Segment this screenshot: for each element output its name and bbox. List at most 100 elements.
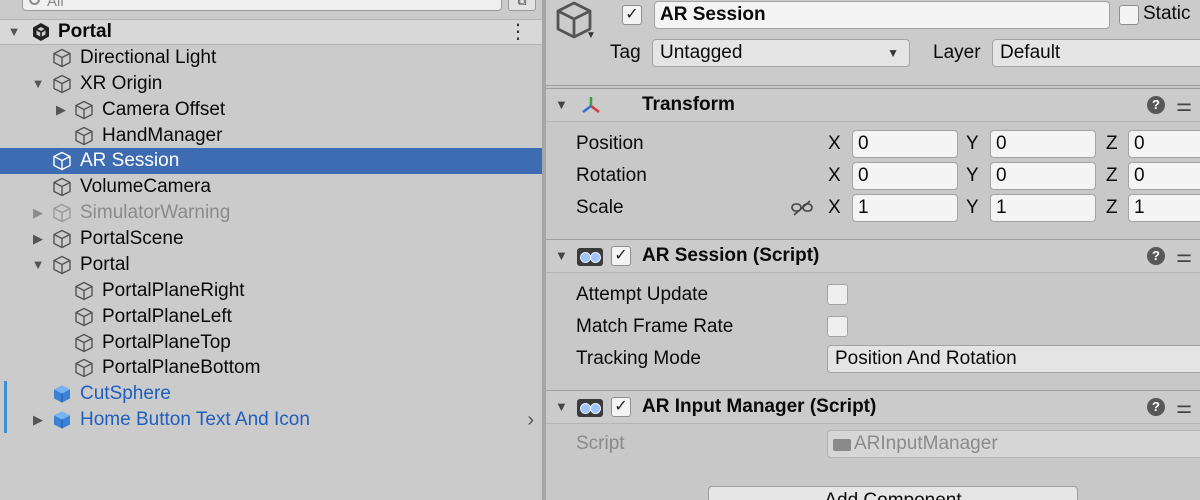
attempt-update-checkbox[interactable]	[827, 284, 848, 305]
axis-y-label: Y	[966, 197, 979, 218]
item-label: PortalPlaneRight	[102, 280, 245, 301]
hierarchy-item-volumecamera[interactable]: VolumeCamera	[0, 174, 542, 200]
fold-arrow-collapsed-icon[interactable]: ▶	[31, 200, 45, 226]
item-label: Home Button Text And Icon	[80, 409, 310, 430]
position-label: Position	[576, 133, 644, 154]
position-z-field[interactable]: 0	[1128, 130, 1200, 158]
prefab-cube-icon	[52, 410, 72, 430]
hierarchy-item-ar-session[interactable]: AR Session	[0, 148, 542, 174]
unity-scene-icon	[33, 23, 49, 41]
script-reference-field[interactable]: ARInputManager	[827, 430, 1200, 458]
tracking-mode-dropdown[interactable]: Position And Rotation	[827, 345, 1200, 373]
gameobject-cube-icon	[52, 229, 72, 249]
help-icon[interactable]: ?	[1147, 247, 1165, 265]
hierarchy-panel: All ⧉ ▼ Portal ⋮ Directional Light ▼ XR …	[0, 0, 542, 500]
transform-header[interactable]: ▼ Transform ? ⚌	[546, 88, 1200, 122]
hierarchy-item-portalplaneright[interactable]: PortalPlaneRight	[0, 278, 542, 304]
layer-label: Layer	[933, 42, 981, 63]
presets-sliders-icon[interactable]: ⚌	[1176, 391, 1192, 423]
fold-arrow-expanded-icon[interactable]: ▼	[7, 19, 21, 45]
help-icon[interactable]: ?	[1147, 96, 1165, 114]
tracking-mode-value: Position And Rotation	[835, 348, 1017, 369]
transform-title: Transform	[642, 94, 735, 115]
more-options-icon[interactable]: ⋮	[508, 19, 528, 45]
axis-z-label: Z	[1106, 133, 1118, 154]
item-label: PortalPlaneTop	[102, 332, 231, 353]
fold-arrow-collapsed-icon[interactable]: ▶	[54, 97, 68, 123]
ar-session-enabled-checkbox[interactable]: ✓	[611, 246, 631, 266]
ar-session-title: AR Session (Script)	[642, 245, 820, 266]
dropdown-arrow-icon: ▼	[887, 46, 899, 60]
object-name-field[interactable]: AR Session	[654, 1, 1110, 29]
fold-arrow-expanded-icon[interactable]: ▼	[555, 89, 568, 121]
attempt-update-label: Attempt Update	[576, 284, 709, 305]
scale-z-field[interactable]: 1	[1128, 194, 1200, 222]
tag-label: Tag	[610, 42, 641, 63]
item-label: AR Session	[80, 150, 180, 171]
hierarchy-item-portalplanetop[interactable]: PortalPlaneTop	[0, 330, 542, 356]
inspector-panel: ▼ ✓ AR Session Static Tag Untagged ▼ Lay…	[546, 0, 1200, 500]
hierarchy-item-simulatorwarning[interactable]: ▶ SimulatorWarning	[0, 200, 542, 226]
hierarchy-item-xr-origin[interactable]: ▼ XR Origin	[0, 71, 542, 97]
item-label: Camera Offset	[102, 99, 226, 120]
hierarchy-item-cutsphere[interactable]: CutSphere	[0, 381, 542, 407]
rotation-x-field[interactable]: 0	[852, 162, 958, 190]
position-x-field[interactable]: 0	[852, 130, 958, 158]
ar-input-manager-enabled-checkbox[interactable]: ✓	[611, 397, 631, 417]
axis-z-label: Z	[1106, 165, 1118, 186]
fold-arrow-expanded-icon[interactable]: ▼	[555, 391, 568, 423]
static-checkbox[interactable]	[1119, 5, 1139, 25]
hierarchy-item-portal[interactable]: ▼ Portal	[0, 252, 542, 278]
position-y-field[interactable]: 0	[990, 130, 1096, 158]
hierarchy-item-directional-light[interactable]: Directional Light	[0, 45, 542, 71]
active-checkbox[interactable]: ✓	[622, 5, 642, 25]
scale-label: Scale	[576, 197, 624, 218]
fold-arrow-expanded-icon[interactable]: ▼	[31, 252, 45, 278]
ar-input-manager-header[interactable]: ▼ ✓ AR Input Manager (Script) ? ⚌	[546, 390, 1200, 424]
presets-sliders-icon[interactable]: ⚌	[1176, 240, 1192, 272]
hierarchy-item-portalplaneleft[interactable]: PortalPlaneLeft	[0, 304, 542, 330]
help-icon[interactable]: ?	[1147, 398, 1165, 416]
scene-name: Portal	[58, 21, 112, 42]
item-label: PortalScene	[80, 228, 184, 249]
scene-visibility-toggle-icon[interactable]: ⧉	[508, 0, 536, 11]
ar-session-header[interactable]: ▼ ✓ AR Session (Script) ? ⚌	[546, 239, 1200, 273]
item-label: SimulatorWarning	[80, 202, 231, 223]
presets-sliders-icon[interactable]: ⚌	[1176, 89, 1192, 121]
script-reference-value: ARInputManager	[854, 433, 998, 454]
axis-x-label: X	[828, 133, 841, 154]
item-label: VolumeCamera	[80, 176, 211, 197]
hierarchy-item-handmanager[interactable]: HandManager	[0, 123, 542, 149]
gameobject-cube-icon	[74, 333, 94, 353]
gameobject-cube-icon	[74, 100, 94, 120]
prefab-cube-icon	[52, 384, 72, 404]
search-input[interactable]: All	[22, 0, 502, 11]
hierarchy-item-portalplanebottom[interactable]: PortalPlaneBottom	[0, 355, 542, 381]
gameobject-cube-icon	[52, 74, 72, 94]
scale-y-field[interactable]: 1	[990, 194, 1096, 222]
hierarchy-item-home-button-text-and-icon[interactable]: ▶ Home Button Text And Icon ›	[0, 407, 542, 433]
fold-arrow-expanded-icon[interactable]: ▼	[31, 71, 45, 97]
fold-arrow-collapsed-icon[interactable]: ▶	[31, 407, 45, 433]
transform-axes-icon	[582, 97, 600, 113]
rotation-z-field[interactable]: 0	[1128, 162, 1200, 190]
gameobject-cube-icon	[52, 48, 72, 68]
scene-row-portal[interactable]: ▼ Portal ⋮	[0, 19, 542, 45]
constrain-proportions-link-icon[interactable]	[791, 199, 813, 217]
hierarchy-item-portalscene[interactable]: ▶ PortalScene	[0, 226, 542, 252]
fold-arrow-expanded-icon[interactable]: ▼	[555, 240, 568, 272]
script-label: Script	[576, 433, 625, 454]
gameobject-cube-icon	[74, 358, 94, 378]
script-component-icon	[577, 248, 603, 266]
fold-arrow-collapsed-icon[interactable]: ▶	[31, 226, 45, 252]
rotation-y-field[interactable]: 0	[990, 162, 1096, 190]
layer-dropdown[interactable]: Default	[992, 39, 1200, 67]
tag-dropdown[interactable]: Untagged ▼	[652, 39, 910, 67]
hierarchy-item-camera-offset[interactable]: ▶ Camera Offset	[0, 97, 542, 123]
scale-x-field[interactable]: 1	[852, 194, 958, 222]
open-prefab-chevron-icon[interactable]: ›	[527, 407, 534, 433]
match-frame-rate-checkbox[interactable]	[827, 316, 848, 337]
add-component-button[interactable]: Add Component	[708, 486, 1078, 500]
item-label: XR Origin	[80, 73, 163, 94]
icon-dropdown-arrow-icon[interactable]: ▼	[586, 30, 596, 41]
